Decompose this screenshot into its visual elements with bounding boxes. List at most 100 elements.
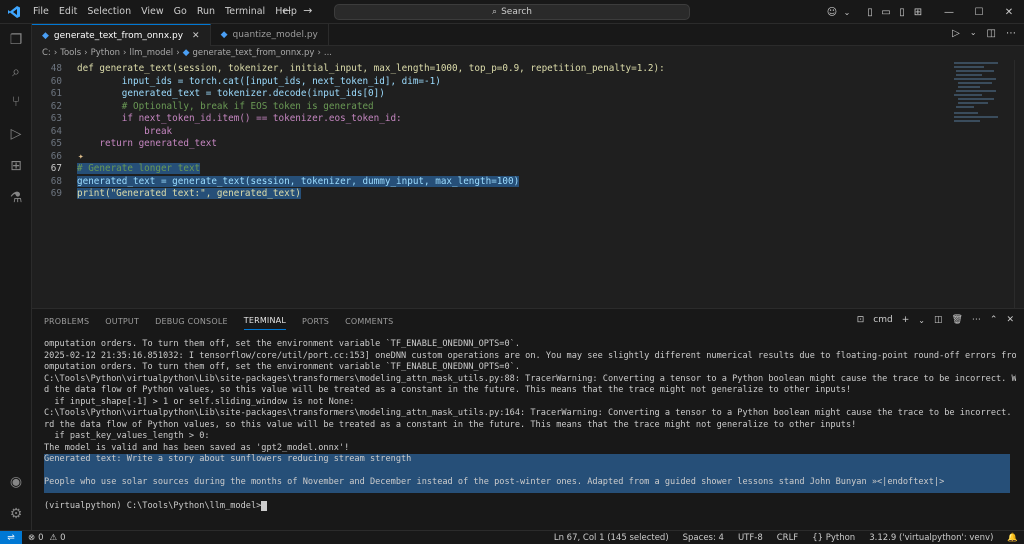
line-number: 60: [50, 75, 62, 87]
breadcrumb-tools[interactable]: Tools: [60, 48, 81, 58]
code-line-selected[interactable]: 67 # Generate longer text: [32, 163, 952, 176]
editor-scrollbar[interactable]: [1014, 60, 1024, 308]
testing-flask-icon[interactable]: ⚗: [0, 184, 32, 212]
terminal-line: 2025-02-12 21:35:16.851032: I tensorflow…: [44, 350, 1016, 361]
menu-run[interactable]: Run: [192, 6, 220, 17]
end-of-line[interactable]: CRLF: [777, 533, 798, 543]
code-line[interactable]: 66 ✦: [32, 150, 952, 163]
maximize-panel-chevron-up-icon[interactable]: ⌃: [990, 315, 998, 325]
customize-layout-icon[interactable]: ⊞: [910, 7, 926, 18]
code-line[interactable]: 62 # Optionally, break if EOS token is g…: [32, 100, 952, 113]
chevron-down-icon[interactable]: ⌄: [970, 28, 977, 39]
breadcrumb: C: › Tools › Python › llm_model › ◆ generate…: [32, 46, 1024, 60]
code-line[interactable]: 64 break: [32, 125, 952, 138]
cursor-position[interactable]: Ln 67, Col 1 (145 selected): [554, 533, 669, 543]
tab-ports[interactable]: PORTS: [302, 317, 329, 326]
warning-icon[interactable]: ⚠: [50, 533, 58, 543]
code-line[interactable]: 48 def generate_text(session, tokenizer,…: [32, 62, 952, 75]
more-actions-icon[interactable]: ⋯: [972, 315, 981, 325]
terminal-prompt-line[interactable]: (virtualpython) C:\Tools\Python\llm_mode…: [44, 500, 1016, 513]
copilot-icon[interactable]: ☺: [824, 7, 840, 18]
close-window-button[interactable]: ✕: [994, 7, 1024, 18]
selected-text: # Generate longer text: [77, 163, 201, 175]
menu-file[interactable]: File: [28, 6, 54, 17]
chevron-down-icon[interactable]: ⌄: [918, 316, 925, 325]
breadcrumb-more[interactable]: ...: [324, 48, 332, 58]
warning-count[interactable]: 0: [60, 533, 65, 543]
more-actions-icon[interactable]: ⋯: [1006, 28, 1016, 39]
menu-terminal[interactable]: Terminal: [220, 6, 270, 17]
search-view-icon[interactable]: ⌕: [0, 58, 32, 86]
minimize-button[interactable]: —: [934, 7, 964, 18]
menu-view[interactable]: View: [136, 6, 169, 17]
remote-indicator-icon[interactable]: ⇌: [0, 530, 22, 544]
terminal-output[interactable]: omputation orders. To turn them off, set…: [44, 339, 1016, 529]
toggle-primary-sidebar-icon[interactable]: ▯: [862, 7, 878, 18]
run-debug-icon[interactable]: ▷: [0, 120, 32, 148]
selected-text: print("Generated text:", generated_text): [77, 188, 301, 200]
breadcrumb-file[interactable]: generate_text_from_onnx.py: [193, 48, 315, 58]
source-control-icon[interactable]: ⑂: [0, 88, 32, 116]
terminal-shell-label[interactable]: cmd: [873, 315, 892, 325]
notifications-bell-icon[interactable]: 🔔: [1007, 533, 1018, 543]
tab-quantize-model[interactable]: ◆ quantize_model.py: [211, 24, 329, 46]
back-arrow-icon[interactable]: ←: [282, 4, 291, 17]
tab-output[interactable]: OUTPUT: [105, 317, 139, 326]
code-line[interactable]: 61 generated_text = tokenizer.decode(inp…: [32, 88, 952, 101]
manage-gear-icon[interactable]: ⚙: [0, 500, 32, 528]
error-count[interactable]: 0: [38, 533, 43, 543]
menu-selection[interactable]: Selection: [82, 6, 136, 17]
split-terminal-icon[interactable]: ◫: [934, 315, 943, 325]
search-icon: ⌕: [492, 7, 498, 17]
code-line-selected[interactable]: 69 print("Generated text:", generated_te…: [32, 188, 952, 201]
run-python-file-icon[interactable]: ▷: [952, 28, 960, 39]
tab-problems[interactable]: PROBLEMS: [44, 317, 89, 326]
toggle-panel-icon[interactable]: ▭: [878, 7, 894, 18]
breadcrumb-drive[interactable]: C:: [42, 48, 51, 58]
code-line-selected[interactable]: 68 generated_text = generate_text(sessio…: [32, 175, 952, 188]
code-text: generated_text = tokenizer.decode(input_…: [77, 88, 385, 100]
tab-debug-console[interactable]: DEBUG CONSOLE: [155, 317, 228, 326]
code-line[interactable]: 60 input_ids = torch.cat([input_ids, nex…: [32, 75, 952, 88]
close-tab-icon[interactable]: ✕: [192, 31, 200, 41]
python-interpreter[interactable]: 3.12.9 ('virtualpython': venv): [869, 533, 993, 543]
tab-generate-text-from-onnx[interactable]: ◆ generate_text_from_onnx.py ✕: [32, 24, 211, 46]
error-icon[interactable]: ⊗: [28, 533, 35, 543]
line-number: 48: [50, 62, 62, 74]
activity-bar: ❐ ⌕ ⑂ ▷ ⊞ ⚗ ◉ ⚙: [0, 24, 32, 530]
accounts-icon[interactable]: ◉: [0, 468, 32, 496]
close-panel-icon[interactable]: ✕: [1006, 315, 1014, 325]
minimap[interactable]: [952, 60, 1014, 140]
language-mode[interactable]: {} Python: [812, 533, 855, 543]
menu-go[interactable]: Go: [169, 6, 192, 17]
chevron-right-icon: ›: [53, 48, 58, 58]
code-comment: # Optionally, break if EOS token is gene…: [77, 100, 374, 112]
encoding[interactable]: UTF-8: [738, 533, 763, 543]
code-text: def generate_text(session, tokenizer, in…: [77, 62, 665, 74]
breadcrumb-llm-model[interactable]: llm_model: [129, 48, 173, 58]
terminal-selected-line: [44, 465, 1010, 477]
tab-terminal[interactable]: TERMINAL: [243, 316, 287, 330]
breadcrumb-python[interactable]: Python: [91, 48, 120, 58]
terminal-cursor: _: [261, 500, 267, 511]
explorer-icon[interactable]: ❐: [0, 26, 32, 54]
split-editor-icon[interactable]: ◫: [987, 28, 996, 39]
command-center-search[interactable]: ⌕ Search: [334, 4, 690, 20]
code-line[interactable]: 63 if next_token_id.item() == tokenizer.…: [32, 113, 952, 126]
indentation[interactable]: Spaces: 4: [683, 533, 724, 543]
maximize-button[interactable]: ☐: [964, 7, 994, 18]
terminal-spacer: [44, 493, 1016, 501]
toggle-secondary-sidebar-icon[interactable]: ▯: [894, 7, 910, 18]
tab-comments[interactable]: COMMENTS: [345, 317, 393, 326]
copilot-sparkle-icon[interactable]: ✦: [62, 151, 84, 162]
chevron-right-icon: ›: [176, 48, 180, 58]
code-line[interactable]: 65 return generated_text: [32, 138, 952, 151]
selected-text: generated_text = generate_text(session, …: [77, 175, 520, 187]
new-terminal-icon[interactable]: +: [902, 315, 910, 325]
menu-edit[interactable]: Edit: [54, 6, 82, 17]
chevron-down-icon[interactable]: ⌄: [840, 8, 854, 17]
kill-terminal-trash-icon[interactable]: 🗑: [951, 315, 962, 325]
extensions-icon[interactable]: ⊞: [0, 152, 32, 180]
code-editor[interactable]: 48 def generate_text(session, tokenizer,…: [32, 60, 952, 308]
forward-arrow-icon[interactable]: →: [303, 4, 312, 17]
